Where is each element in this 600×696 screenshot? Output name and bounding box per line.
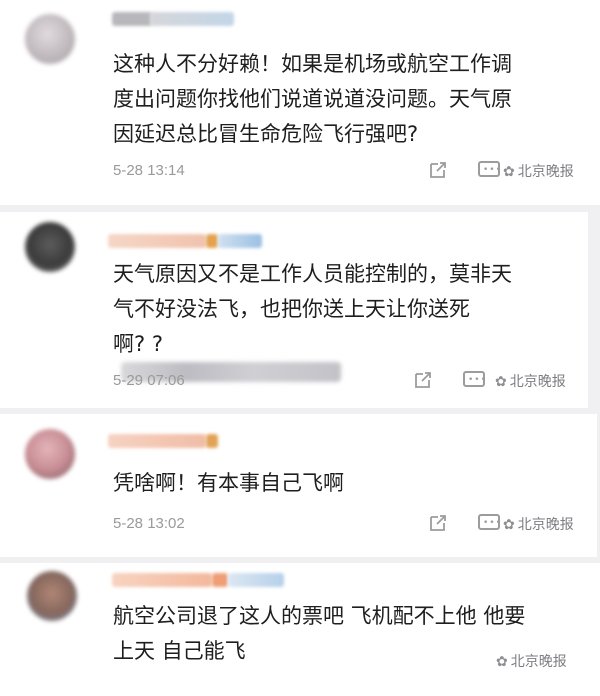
timestamp: 5-29 07:06 — [113, 372, 185, 389]
avatar[interactable] — [25, 429, 75, 479]
username[interactable] — [112, 12, 152, 26]
comment-text: 凭啥啊！有本事自己飞啊 — [113, 471, 344, 495]
username-badge — [206, 234, 218, 248]
wechat-icon: ✿ — [503, 517, 515, 533]
comment-icon[interactable]: ••• — [478, 160, 502, 180]
username-badge — [212, 573, 228, 587]
share-icon[interactable] — [428, 160, 448, 180]
username-tail — [218, 234, 262, 248]
avatar[interactable] — [25, 222, 75, 272]
username[interactable] — [108, 434, 206, 448]
watermark: ✿ 北京晚报 — [495, 374, 566, 390]
watermark: ✿ 北京晚报 — [503, 164, 574, 180]
comment-card-2: 天气原因又不是工作人员能控制的，莫非天 气不好没法飞，也把你送上天让你送死 啊?… — [0, 212, 588, 408]
share-icon[interactable] — [413, 370, 433, 390]
comment-icon[interactable]: ••• — [478, 513, 502, 533]
avatar[interactable] — [27, 571, 77, 621]
avatar[interactable] — [25, 14, 75, 64]
wechat-icon: ✿ — [495, 374, 507, 390]
comment-text: 航空公司退了这人的票吧 飞机配不上他 他要 上天 自己能飞 — [113, 604, 526, 663]
comment-text: 天气原因又不是工作人员能控制的，莫非天 气不好没法飞，也把你送上天让你送死 啊?… — [113, 257, 512, 382]
watermark: ✿ 北京晚报 — [503, 517, 574, 533]
comment-card-3: 凭啥啊！有本事自己飞啊 5-28 13:02 ••• ✿ 北京晚报 — [0, 414, 597, 557]
timestamp: 5-28 13:02 — [113, 515, 185, 532]
username-badge — [206, 434, 218, 448]
username-tail — [228, 573, 284, 587]
wechat-icon: ✿ — [496, 654, 508, 670]
comment-icon[interactable]: ••• — [463, 370, 487, 390]
comment-text: 这种人不分好赖！如果是机场或航空工作调 度出问题你找他们说道说道没问题。天气原 … — [113, 52, 512, 146]
watermark: ✿ 北京晚报 — [496, 654, 567, 670]
comment-card-1: 这种人不分好赖！如果是机场或航空工作调 度出问题你找他们说道说道没问题。天气原 … — [0, 0, 600, 205]
username[interactable] — [108, 234, 206, 248]
comment-card-4: 航空公司退了这人的票吧 飞机配不上他 他要 上天 自己能飞 ✿ 北京晚报 — [0, 563, 600, 696]
timestamp: 5-28 13:14 — [113, 162, 185, 179]
username[interactable] — [112, 573, 212, 587]
wechat-icon: ✿ — [503, 164, 515, 180]
username-tail — [150, 12, 234, 26]
share-icon[interactable] — [428, 513, 448, 533]
